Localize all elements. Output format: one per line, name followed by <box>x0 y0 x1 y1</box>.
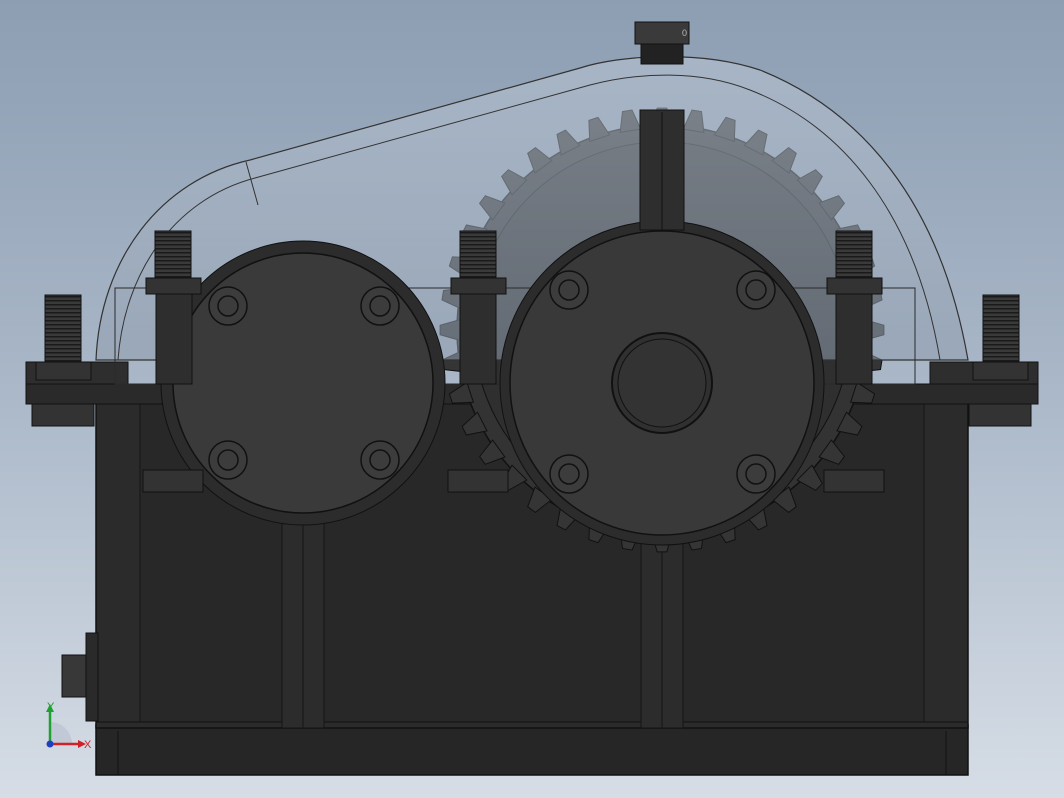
view-orientation-triad[interactable]: Y X <box>36 700 96 756</box>
x-axis-label: X <box>84 739 92 751</box>
output-bearing-cap[interactable] <box>499 220 825 546</box>
vent-plug-label: 0 <box>682 28 687 38</box>
input-bearing-cap[interactable] <box>160 240 446 526</box>
gearbox-model[interactable]: 0 <box>0 0 1064 798</box>
y-axis-label: Y <box>47 701 55 713</box>
graphics-viewport[interactable]: 0 Y X <box>0 0 1064 798</box>
z-axis-dot <box>46 740 54 748</box>
base-plate[interactable] <box>95 724 969 776</box>
vent-plug[interactable]: 0 <box>634 21 690 65</box>
